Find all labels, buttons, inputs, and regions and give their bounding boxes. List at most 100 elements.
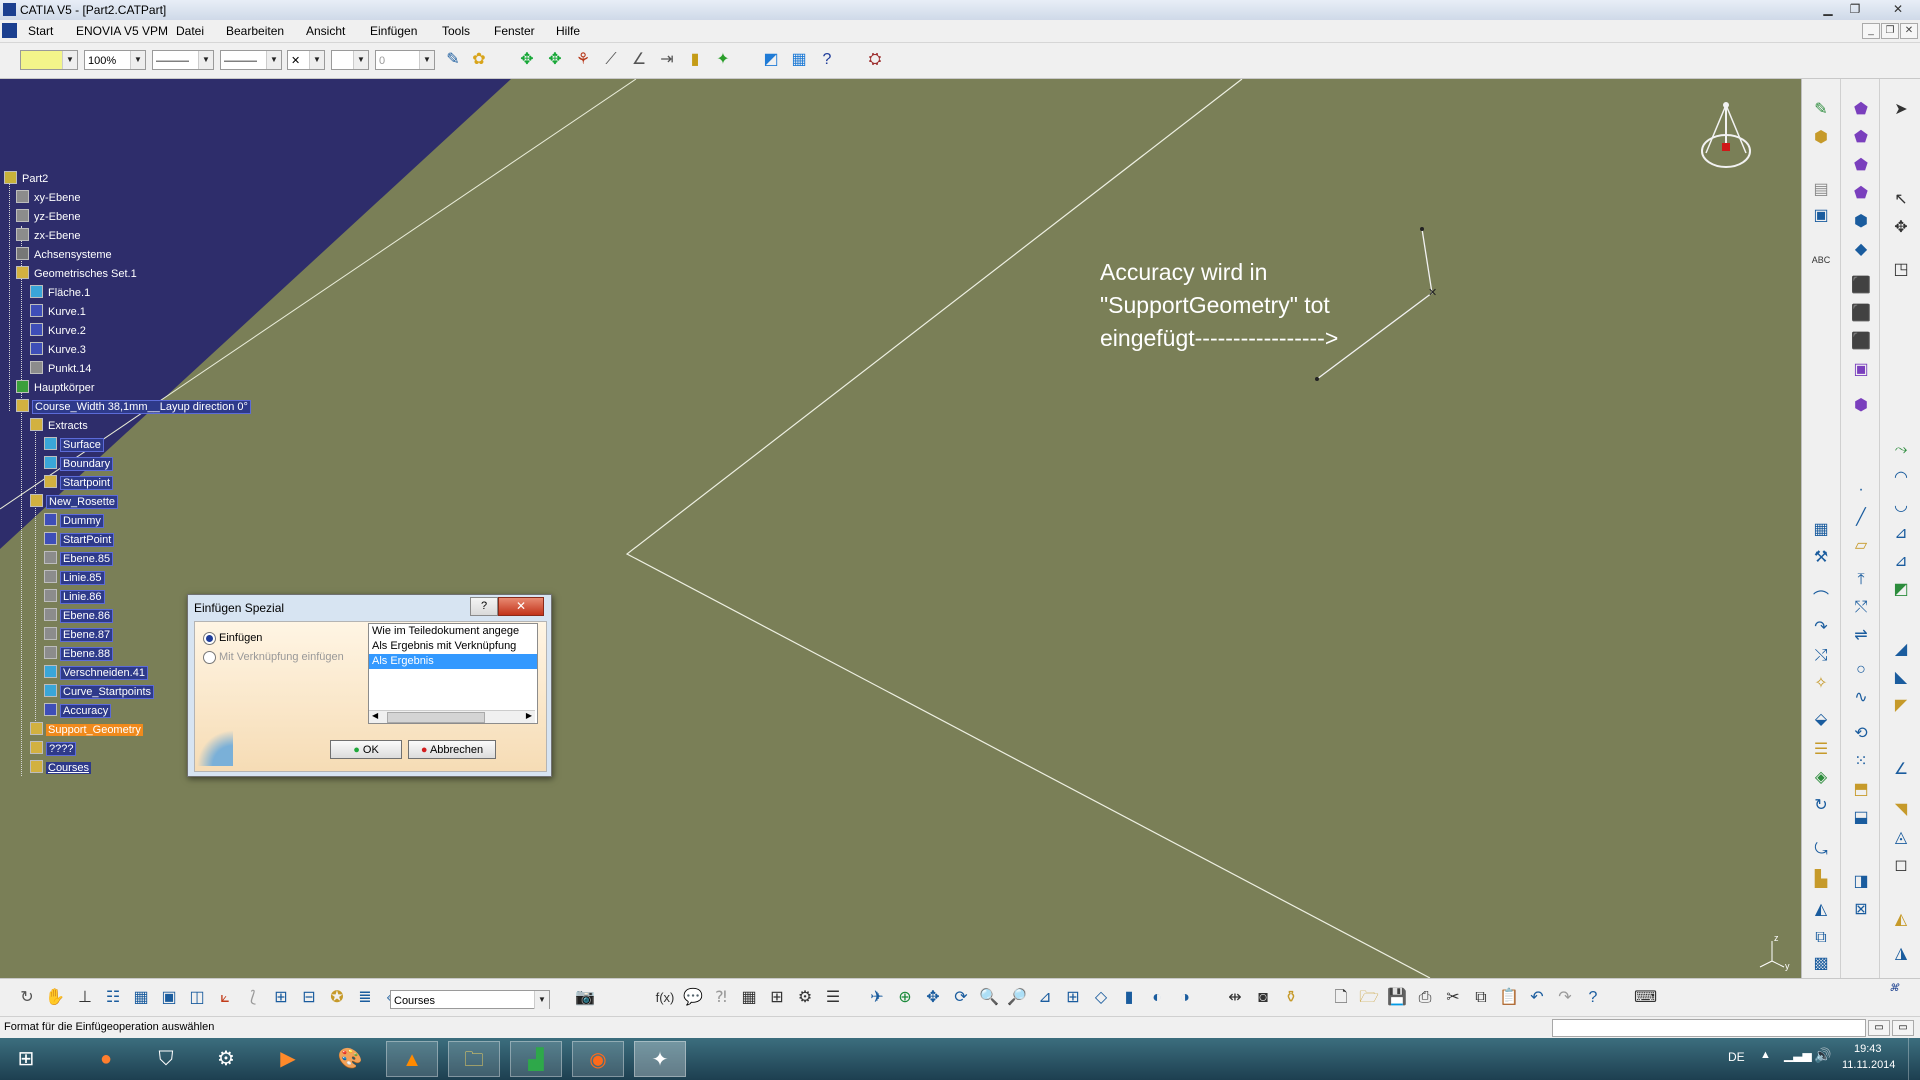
tree-item-part2[interactable]: Part2 (4, 171, 50, 186)
tree-item-kurve2[interactable]: Kurve.2 (30, 323, 88, 338)
menu-start[interactable]: Start (28, 24, 53, 38)
catia-menu-icon[interactable] (2, 23, 17, 38)
text-abc-icon[interactable]: ABC (1810, 249, 1832, 271)
sweep-icon[interactable]: ⤿ (1810, 839, 1832, 861)
view-icon[interactable]: ◩ (760, 49, 782, 71)
compass-icon[interactable] (1696, 99, 1760, 179)
grid-toggle-icon[interactable]: ▦ (130, 987, 152, 1009)
rotate-icon[interactable]: ↻ (1810, 795, 1832, 817)
surface-tool9-icon[interactable]: ∠ (1890, 759, 1912, 781)
camera-icon[interactable]: 📷 (574, 987, 596, 1009)
pocket-icon[interactable]: ⬟ (1850, 127, 1872, 149)
comment-icon[interactable]: 💬 (682, 987, 704, 1009)
wireframe-icon[interactable]: ⤳ (1890, 439, 1912, 461)
hand-icon[interactable]: ✋ (44, 987, 66, 1009)
blend-icon[interactable]: ◭ (1810, 899, 1832, 921)
catalog-icon[interactable]: ▩ (1810, 953, 1832, 975)
power-input-icon[interactable]: ▭ (1868, 1020, 1890, 1036)
scroll-right-icon[interactable]: ▶ (526, 711, 532, 720)
copy-icon[interactable]: ⧉ (1470, 987, 1492, 1009)
tool-icon[interactable]: ⚒ (1810, 547, 1832, 569)
surface-tool-icon[interactable]: ◠ (1890, 467, 1912, 489)
formula-icon[interactable]: f(x) (654, 987, 676, 1009)
surface-tool2-icon[interactable]: ◡ (1890, 495, 1912, 517)
plane-tool-icon[interactable]: ▱ (1850, 535, 1872, 557)
mdi-restore-icon[interactable]: ❐ (1881, 23, 1899, 39)
layout-icon[interactable]: ⊞ (270, 987, 292, 1009)
surface-tool4-icon[interactable]: ⊿ (1890, 551, 1912, 573)
annotation-tool-icon[interactable]: ◳ (1890, 259, 1912, 281)
menu-enovia[interactable]: ENOVIA V5 VPM (76, 24, 168, 38)
table-icon[interactable]: ▦ (738, 987, 760, 1009)
radio-paste-with-link[interactable] (203, 651, 216, 664)
line-weight-combo[interactable]: ——— ▼ (152, 50, 214, 70)
list-item[interactable]: Als Ergebnis mit Verknüpfung (369, 639, 537, 654)
compass-tool-icon[interactable]: ✥ (1890, 217, 1912, 239)
transparency-combo[interactable]: 100% ▼ (84, 50, 146, 70)
tree-view-icon[interactable]: ⊟ (298, 987, 320, 1009)
mass-icon[interactable]: ⚱ (1280, 987, 1302, 1009)
box-icon[interactable]: ▣ (1810, 205, 1832, 227)
ok-button[interactable]: ● OK (330, 740, 402, 759)
bar-icon[interactable]: ▮ (684, 49, 706, 71)
taskbar-app-games-icon[interactable]: ⛉ (140, 1041, 192, 1077)
taskbar-app-paint-icon[interactable]: 🎨 (324, 1041, 376, 1077)
layers-icon[interactable]: ☰ (1810, 739, 1832, 761)
taskbar-app-explorer-icon[interactable]: 🗀 (448, 1041, 500, 1077)
tree-item-accuracy[interactable]: Accuracy (44, 703, 112, 718)
tree-item-yz-plane[interactable]: yz-Ebene (16, 209, 82, 224)
cancel-button[interactable]: ● Abbrechen (408, 740, 496, 759)
snap-icon[interactable]: ✥ (544, 49, 566, 71)
paste-format-list[interactable]: Wie im Teiledokument angege Als Ergebnis… (368, 623, 538, 724)
tree-item-boundary[interactable]: Boundary (44, 456, 114, 471)
pattern-icon[interactable]: ⁙ (1850, 751, 1872, 773)
line-tool-icon[interactable]: ⟋ (600, 49, 622, 71)
tree-item-zx-plane[interactable]: zx-Ebene (16, 228, 82, 243)
sketch-icon[interactable]: ✎ (1810, 99, 1832, 121)
groove-icon[interactable]: ⬟ (1850, 183, 1872, 205)
menu-datei[interactable]: Datei (176, 24, 204, 38)
paste-icon[interactable]: 📋 (1498, 987, 1520, 1009)
rule-icon[interactable]: ⁈ (710, 987, 732, 1009)
tree-item-unknown[interactable]: ???? (30, 741, 77, 756)
slot-icon[interactable]: ◆ (1850, 239, 1872, 261)
settings-icon[interactable]: ⚙ (794, 987, 816, 1009)
tree-item-ebene86[interactable]: Ebene.86 (44, 608, 114, 623)
cube-icon[interactable]: ▣ (158, 987, 180, 1009)
taskbar-app-media-icon[interactable]: ▶ (262, 1041, 314, 1077)
pan-icon[interactable]: ✥ (922, 987, 944, 1009)
line-tool2-icon[interactable]: ╱ (1850, 507, 1872, 529)
axis-icon[interactable]: ⊥ (74, 987, 96, 1009)
transform-icon[interactable]: ⟲ (1850, 723, 1872, 745)
clock-date[interactable]: 11.11.2014 (1842, 1059, 1895, 1071)
tray-expand-icon[interactable]: ▲ (1760, 1049, 1771, 1061)
taskbar-app-firefox-icon[interactable]: ◉ (572, 1041, 624, 1077)
save-icon[interactable]: 💾 (1386, 987, 1408, 1009)
line-type-combo[interactable]: ——— ▼ (220, 50, 282, 70)
surface-tool8-icon[interactable]: ◤ (1890, 695, 1912, 717)
compass-icon[interactable]: ∠ (628, 49, 650, 71)
tree-item-verschneiden41[interactable]: Verschneiden.41 (44, 665, 148, 680)
surface-tool10-icon[interactable]: ◥ (1890, 799, 1912, 821)
swap-icon[interactable]: ◑ (1174, 987, 1196, 1009)
tree-item-hauptkoerper[interactable]: Hauptkörper (16, 380, 97, 395)
chamfer-icon[interactable]: ⬛ (1850, 303, 1872, 325)
clock-time[interactable]: 19:43 (1854, 1043, 1882, 1055)
tree-icon[interactable]: ☷ (102, 987, 124, 1009)
surface-tool13-icon[interactable]: ◭ (1890, 909, 1912, 931)
circle-icon[interactable]: ○ (1850, 659, 1872, 681)
tree-item-startpoint[interactable]: Startpoint (44, 475, 114, 490)
wand-icon[interactable]: ✧ (1810, 673, 1832, 695)
menu-fenster[interactable]: Fenster (494, 24, 535, 38)
shaft-icon[interactable]: ⬟ (1850, 155, 1872, 177)
rotate-icon[interactable]: ⟳ (950, 987, 972, 1009)
combine-icon[interactable]: ⤲ (1850, 597, 1872, 619)
surface-tool5-icon[interactable]: ◩ (1890, 579, 1912, 601)
constraint-icon[interactable]: ▤ (1810, 179, 1832, 201)
restore-button[interactable]: ❐ (1843, 0, 1867, 18)
taskbar-app-catia-icon[interactable]: ✦ (634, 1041, 686, 1077)
surface-tool14-icon[interactable]: ◮ (1890, 943, 1912, 965)
taskbar-app-vlc-icon[interactable]: ▲ (386, 1041, 438, 1077)
rib-icon[interactable]: ⬢ (1850, 211, 1872, 233)
color-combo[interactable]: ▼ (20, 50, 78, 70)
